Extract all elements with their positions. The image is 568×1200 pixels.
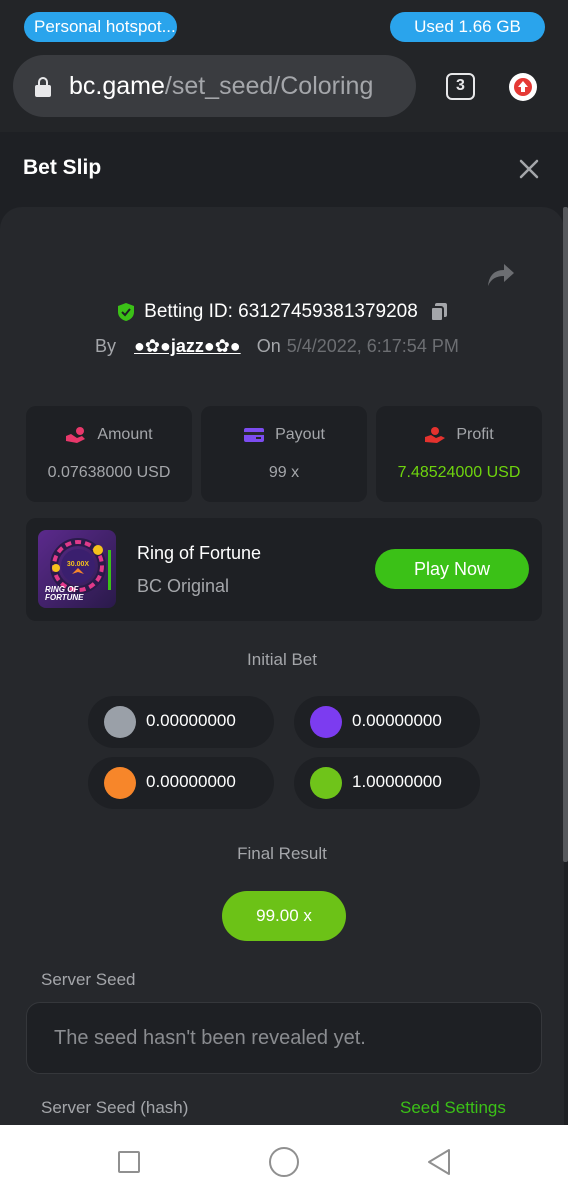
server-seed-label: Server Seed — [41, 970, 136, 989]
grey-color-dot — [104, 706, 136, 738]
seed-settings-link[interactable]: Seed Settings — [400, 1098, 506, 1118]
profit-card: Profit 7.48524000 USD — [376, 406, 542, 502]
game-card: 30.00X RING OF FORTUNE Ring of Fortune B… — [26, 518, 542, 621]
hotspot-indicator[interactable]: Personal hotspot... — [24, 12, 177, 42]
profit-hand-coin-icon — [425, 427, 446, 443]
server-seed-value: The seed hasn't been revealed yet. — [54, 1027, 366, 1049]
server-seed-field[interactable]: The seed hasn't been revealed yet. — [26, 1002, 542, 1074]
profit-label: Profit — [456, 426, 494, 443]
amount-hand-icon — [66, 427, 86, 443]
bet-value: 0.00000000 — [146, 772, 236, 791]
server-seed-hash-label: Server Seed (hash) — [41, 1098, 189, 1117]
play-now-button[interactable]: Play Now — [375, 549, 529, 589]
by-label: By — [95, 336, 117, 356]
payout-label: Payout — [275, 426, 325, 443]
payout-value: 99 x — [268, 464, 300, 481]
bet-date: 5/4/2022, 6:17:54 PM — [286, 336, 459, 356]
orange-color-dot — [104, 767, 136, 799]
game-name: Ring of Fortune — [137, 543, 262, 563]
amount-card: Amount 0.07638000 USD — [26, 406, 192, 502]
shield-check-icon — [118, 303, 135, 321]
payout-wallet-icon — [244, 428, 265, 442]
close-icon[interactable] — [518, 158, 540, 180]
on-label: On — [256, 336, 281, 356]
home-icon[interactable] — [269, 1147, 299, 1177]
purple-color-dot — [310, 706, 342, 738]
data-usage-indicator[interactable]: Used 1.66 GB — [390, 12, 545, 42]
betting-id-row: Betting ID: 63127459381379208 — [0, 301, 564, 323]
address-bar[interactable]: bc.game/set_seed/Coloring — [13, 55, 416, 117]
bet-chip-purple: 0.00000000 — [294, 696, 480, 748]
share-icon[interactable] — [486, 262, 516, 288]
copy-icon[interactable] — [429, 302, 448, 322]
status-bar: Personal hotspot... Used 1.66 GB — [0, 0, 568, 52]
system-nav-bar — [0, 1125, 568, 1200]
thumb-title-line-2: FORTUNE — [45, 593, 84, 602]
url-text[interactable]: bc.game/set_seed/Coloring — [69, 71, 373, 101]
page-title: Bet Slip — [23, 156, 102, 179]
game-thumbnail[interactable]: 30.00X RING OF FORTUNE — [38, 530, 116, 608]
betting-id: Betting ID: 63127459381379208 — [144, 301, 418, 322]
bet-chip-grey: 0.00000000 — [88, 696, 274, 748]
bet-value: 0.00000000 — [352, 711, 442, 730]
back-icon[interactable] — [425, 1147, 453, 1177]
browser-toolbar: bc.game/set_seed/Coloring 3 — [0, 52, 568, 132]
url-host: bc.game — [69, 72, 165, 100]
upload-arrow-icon[interactable] — [509, 73, 537, 101]
amount-value: 0.07638000 USD — [47, 464, 171, 481]
payout-card: Payout 99 x — [201, 406, 367, 502]
scrollbar[interactable] — [563, 207, 568, 862]
bet-detail-panel: Betting ID: 63127459381379208 By ●✿●jazz●… — [0, 207, 564, 1125]
final-result-badge: 99.00 x — [222, 891, 346, 941]
url-path: /set_seed/Coloring — [164, 72, 374, 100]
game-provider: BC Original — [137, 576, 230, 596]
bet-value: 1.00000000 — [352, 772, 442, 791]
initial-bet-title: Initial Bet — [247, 650, 317, 669]
bet-meta-row: By ●✿●jazz●✿● On 5/4/2022, 6:17:54 PM — [95, 336, 459, 357]
tabs-count-icon[interactable]: 3 — [446, 73, 475, 100]
username-link[interactable]: ●✿●jazz●✿● — [134, 336, 241, 356]
profit-value: 7.48524000 USD — [397, 464, 521, 481]
final-result-title: Final Result — [237, 844, 327, 863]
thumb-multiplier: 30.00X — [67, 561, 90, 568]
bet-slip-header: Bet Slip — [0, 132, 568, 204]
lock-icon[interactable] — [35, 77, 51, 97]
bet-chip-green: 1.00000000 — [294, 757, 480, 809]
recent-apps-icon[interactable] — [118, 1151, 140, 1173]
bet-value: 0.00000000 — [146, 711, 236, 730]
bet-chip-orange: 0.00000000 — [88, 757, 274, 809]
green-color-dot — [310, 767, 342, 799]
amount-label: Amount — [97, 426, 153, 443]
